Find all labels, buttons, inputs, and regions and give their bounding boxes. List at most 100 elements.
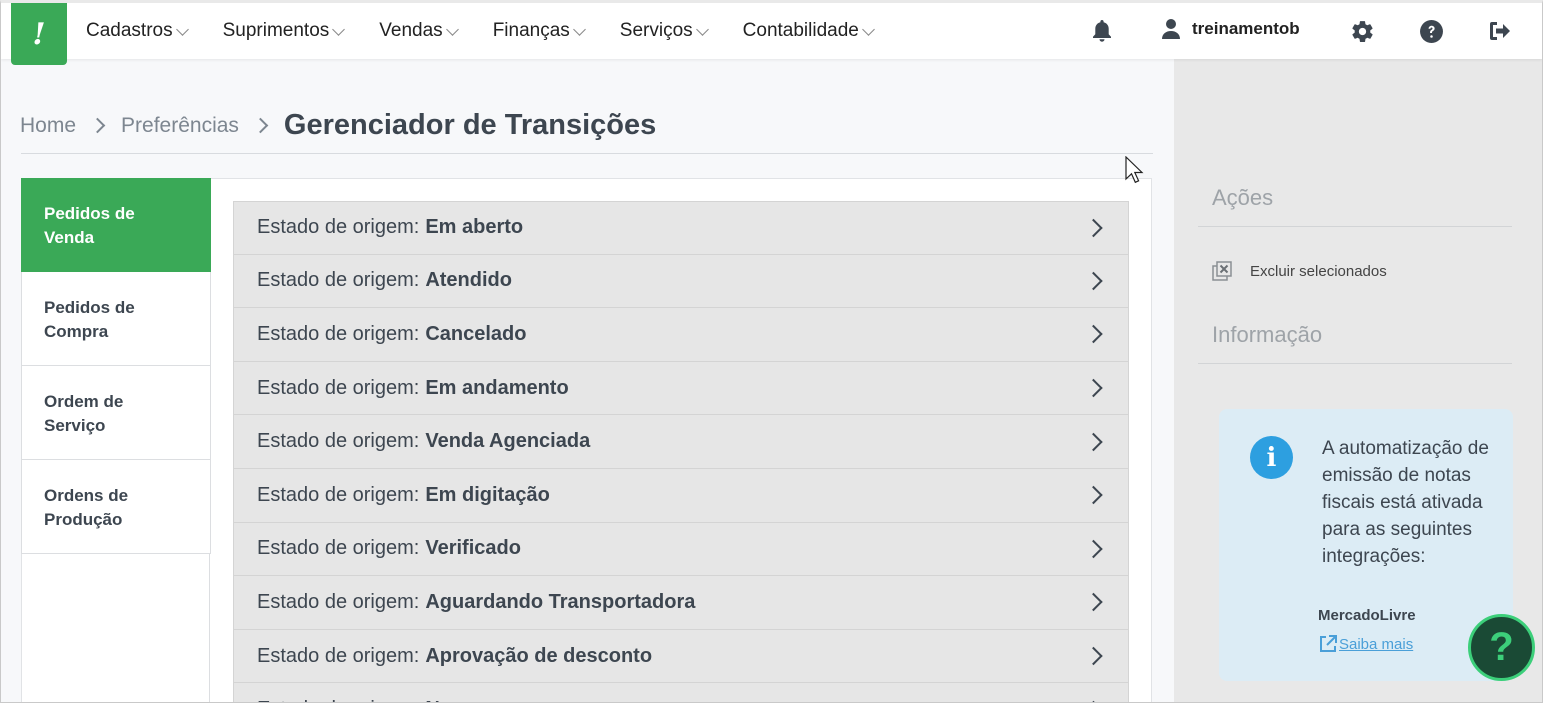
question-circle-icon [1419, 19, 1443, 43]
chevron-right-icon [252, 117, 269, 134]
row-state: N... [425, 698, 456, 702]
row-prefix: Estado de origem: [257, 698, 419, 702]
row-state: Aguardando Transportadora [425, 590, 696, 613]
row-state: Cancelado [425, 322, 527, 345]
user-icon [1162, 19, 1180, 39]
actions-heading: Ações [1212, 185, 1274, 210]
row-prefix: Estado de origem: [257, 537, 420, 560]
sign-out-icon [1490, 22, 1510, 40]
menu-label: Contabilidade [742, 20, 859, 41]
row-prefix: Estado de origem: [257, 644, 420, 667]
help-button[interactable] [1418, 18, 1444, 44]
tab-pedidos-compra[interactable]: Pedidos de Compra [21, 272, 211, 366]
bell-icon [1093, 20, 1111, 42]
row-state: Venda Agenciada [425, 430, 591, 453]
page-header: Home Preferências Gerenciador de Transiç… [1, 59, 1173, 169]
menu-financas[interactable]: Finanças [492, 20, 586, 42]
chevron-right-icon [89, 117, 106, 134]
external-link-icon [1320, 635, 1337, 652]
top-navbar: ! Cadastros Suprimentos Vendas Finanças … [1, 3, 1542, 65]
info-heading: Informação [1212, 322, 1323, 347]
row-state: Aprovação de desconto [425, 644, 653, 667]
chevron-down-icon [572, 22, 586, 36]
menu-label: Finanças [492, 20, 570, 41]
row-prefix: Estado de origem: [257, 430, 420, 453]
row-prefix: Estado de origem: [257, 216, 420, 239]
row-state: Em digitação [425, 483, 550, 506]
logo-icon[interactable]: ! [11, 3, 67, 65]
row-state: Atendido [425, 269, 512, 292]
notifications-button[interactable] [1090, 19, 1114, 43]
mouse-cursor-icon [1125, 156, 1144, 184]
learn-more-label: Saiba mais [1339, 635, 1414, 653]
row-state: Em aberto [425, 216, 524, 239]
list-item[interactable]: Estado de origem: N... [233, 683, 1129, 702]
chevron-right-icon [1084, 432, 1103, 451]
row-state: Verificado [425, 537, 521, 560]
menu-label: Vendas [379, 20, 443, 41]
action-label: Excluir selecionados [1250, 262, 1387, 280]
info-icon: i [1250, 436, 1293, 479]
list-item[interactable]: Estado de origem: Em digitação [233, 468, 1129, 523]
delete-selected-button[interactable]: Excluir selecionados [1212, 261, 1387, 281]
row-prefix: Estado de origem: [257, 376, 420, 399]
breadcrumb: Home Preferências Gerenciador de Transiç… [20, 109, 656, 142]
menu-servicos[interactable]: Serviços [619, 20, 709, 42]
list-item[interactable]: Estado de origem: Em andamento [233, 361, 1129, 416]
row-state: Em andamento [425, 376, 569, 399]
list-item[interactable]: Estado de origem: Aprovação de desconto [233, 629, 1129, 684]
chevron-down-icon [861, 22, 875, 36]
row-prefix: Estado de origem: [257, 590, 420, 613]
question-mark-icon: ? [1489, 625, 1514, 669]
transition-list: Estado de origem: Em aberto Estado de ori… [233, 201, 1129, 702]
tabs-spacer [21, 554, 210, 702]
logout-button[interactable] [1487, 18, 1513, 44]
main-menu: Cadastros Suprimentos Vendas Finanças Se… [86, 3, 909, 59]
chevron-right-icon [1084, 271, 1103, 291]
gear-icon [1351, 20, 1373, 42]
chevron-down-icon [445, 22, 459, 36]
username: treinamentob [1192, 19, 1300, 38]
info-text: A automatização de emissão de notas fisc… [1322, 438, 1489, 567]
list-item[interactable]: Estado de origem: Venda Agenciada [233, 415, 1129, 469]
divider [1198, 226, 1512, 227]
settings-button[interactable] [1349, 18, 1375, 44]
list-item[interactable]: Estado de origem: Verificado [233, 522, 1129, 577]
chevron-right-icon [1084, 593, 1103, 612]
divider [21, 153, 1153, 154]
page-title: Gerenciador de Transições [283, 109, 657, 141]
list-item[interactable]: Estado de origem: Atendido [233, 254, 1129, 309]
list-item[interactable]: Estado de origem: Em aberto [233, 201, 1129, 255]
chevron-right-icon [1084, 486, 1103, 505]
tab-ordens-producao[interactable]: Ordens de Produção [21, 460, 211, 554]
delete-selected-icon [1212, 261, 1232, 281]
chevron-right-icon [1084, 378, 1103, 398]
list-item[interactable]: Estado de origem: Aguardando Transportado… [233, 576, 1129, 630]
menu-label: Cadastros [86, 20, 173, 41]
menu-suprimentos[interactable]: Suprimentos [222, 20, 346, 42]
chevron-right-icon [1084, 218, 1103, 237]
tab-pedidos-venda[interactable]: Pedidos de Venda [21, 178, 211, 272]
menu-label: Serviços [619, 20, 693, 41]
chevron-down-icon [332, 22, 346, 36]
chevron-down-icon [175, 22, 189, 36]
breadcrumb-home[interactable]: Home [20, 114, 76, 138]
menu-label: Suprimentos [222, 20, 330, 41]
row-prefix: Estado de origem: [257, 269, 420, 292]
list-item[interactable]: Estado de origem: Cancelado [233, 308, 1129, 362]
app-window: ! Cadastros Suprimentos Vendas Finanças … [0, 0, 1543, 703]
row-prefix: Estado de origem: [257, 322, 420, 345]
learn-more-link[interactable]: Saiba mais [1318, 634, 1413, 654]
chevron-right-icon [1084, 539, 1103, 559]
help-chat-button[interactable]: ? [1468, 614, 1535, 681]
chevron-right-icon [1084, 325, 1103, 344]
breadcrumb-preferences[interactable]: Preferências [121, 114, 239, 138]
divider [1198, 363, 1512, 364]
menu-contabilidade[interactable]: Contabilidade [742, 20, 875, 42]
vertical-tabs: Pedidos de Venda Pedidos de Compra Ordem… [21, 178, 211, 554]
side-panel: Ações Excluir selecionados Informação i … [1174, 59, 1542, 702]
tab-ordem-servico[interactable]: Ordem de Serviço [21, 366, 211, 460]
menu-cadastros[interactable]: Cadastros [86, 20, 189, 42]
menu-vendas[interactable]: Vendas [379, 20, 459, 42]
user-menu[interactable]: treinamentob [1161, 18, 1300, 40]
